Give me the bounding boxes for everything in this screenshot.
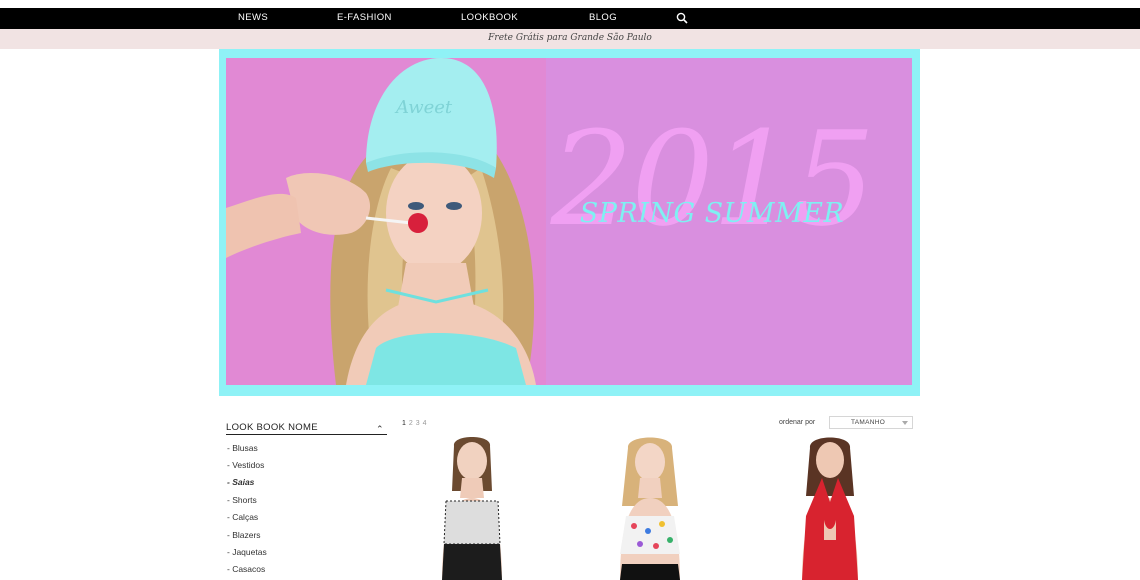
promo-text: Frete Grátis para Grande São Paulo (488, 33, 652, 43)
sidebar-item-blazers[interactable]: - Blazers (227, 530, 261, 540)
product-card-floral-top[interactable] (600, 436, 700, 580)
nav-e-fashion[interactable]: E-FASHION (337, 12, 392, 23)
product-card-red-dress[interactable] (780, 436, 880, 580)
promo-bar: Frete Grátis para Grande São Paulo (0, 29, 1140, 49)
hero-background: Aweet 2015 SPRING SUMMER (226, 58, 912, 385)
sidebar-item-shorts[interactable]: - Shorts (227, 495, 257, 505)
product-card-gingham-top[interactable] (422, 436, 522, 580)
sidebar-title[interactable]: LOOK BOOK NOME (226, 422, 387, 435)
page-link-2[interactable]: 2 (409, 420, 413, 427)
search-icon[interactable] (676, 12, 688, 24)
pagination: 1 2 3 4 (402, 420, 427, 427)
hero-model-photo: Aweet (226, 58, 546, 385)
sidebar-item-casacos[interactable]: - Casacos (227, 564, 265, 574)
nav-blog[interactable]: BLOG (589, 12, 617, 23)
page-link-4[interactable]: 4 (423, 420, 427, 427)
page-link-1[interactable]: 1 (402, 420, 406, 427)
sidebar-item-saias[interactable]: - Saias (227, 477, 254, 487)
sort-value: TAMANHO (851, 419, 886, 426)
hero-season: SPRING SUMMER (579, 198, 845, 229)
sidebar-item-vestidos[interactable]: - Vestidos (227, 460, 264, 470)
nav-news[interactable]: NEWS (238, 12, 268, 23)
chevron-down-icon (902, 421, 908, 425)
sort-select[interactable]: TAMANHO (829, 416, 913, 429)
hero-banner[interactable]: Aweet 2015 SPRING SUMMER (219, 49, 920, 396)
sidebar-item-blusas[interactable]: - Blusas (227, 443, 258, 453)
svg-text:Aweet: Aweet (394, 97, 453, 118)
page-link-3[interactable]: 3 (416, 420, 420, 427)
nav-lookbook[interactable]: LOOKBOOK (461, 12, 518, 23)
sort-label: ordenar por (779, 419, 816, 426)
sidebar-item-calcas[interactable]: - Calças (227, 512, 258, 522)
sidebar-item-jaquetas[interactable]: - Jaquetas (227, 547, 267, 557)
chevron-up-icon[interactable]: ⌃ (376, 424, 384, 435)
top-nav-bar: NEWS E-FASHION LOOKBOOK BLOG (0, 8, 1140, 29)
